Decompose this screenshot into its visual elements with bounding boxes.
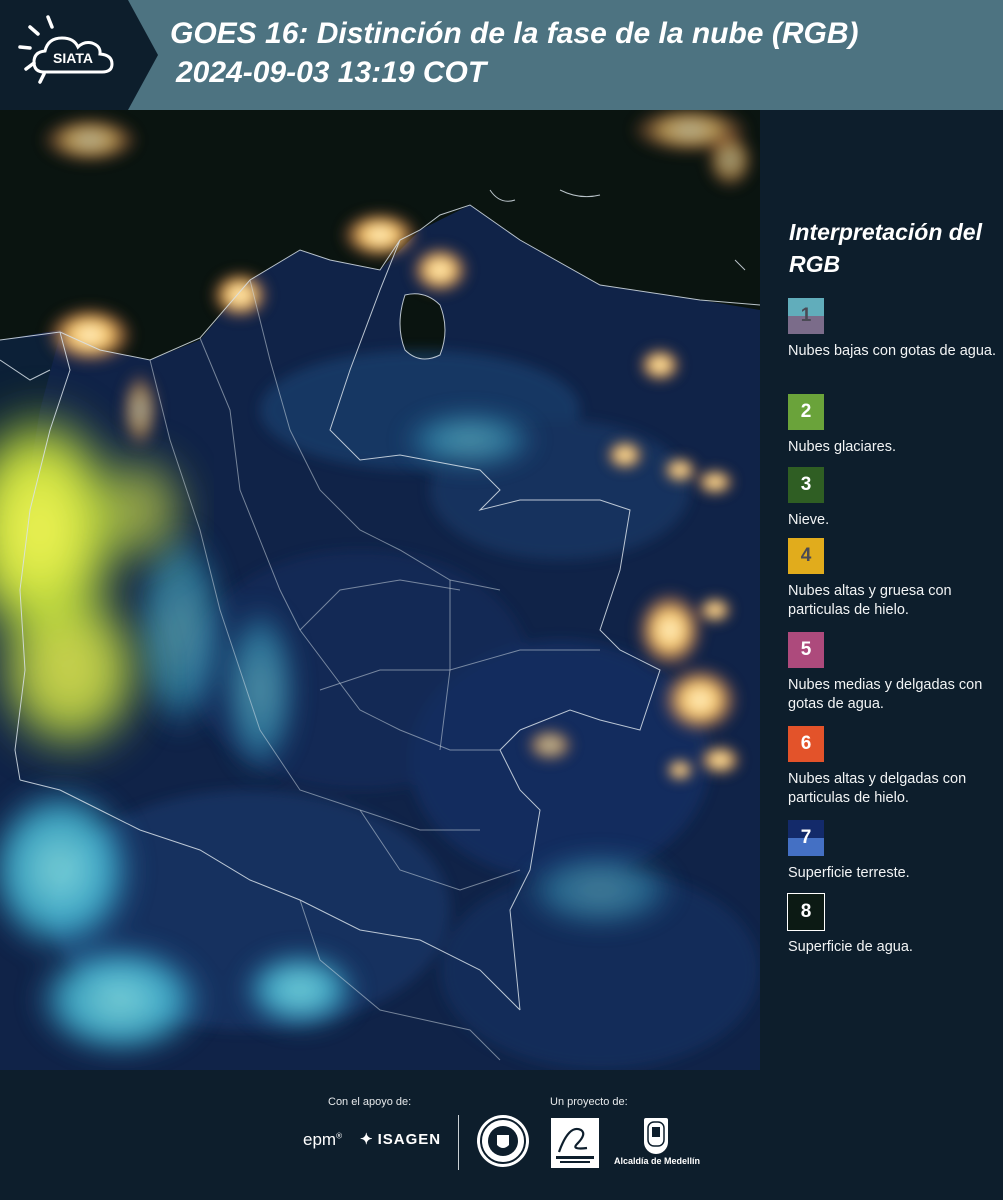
legend-label: Nubes altas y delgadas con particulas de…: [788, 771, 967, 806]
isagen-wordmark: ISAGEN: [377, 1130, 442, 1148]
legend-swatch-6: 6: [788, 726, 824, 762]
legend-number: 5: [800, 639, 812, 660]
isagen-logo: ✦ ISAGEN: [360, 1130, 442, 1149]
medellin-shield-icon: [644, 1118, 668, 1154]
legend-title: Interpretación del RGB: [789, 219, 982, 277]
legend-item-6: 6 Nubes altas y delgadas con particulas …: [788, 726, 1003, 808]
legend-number: 1: [800, 305, 812, 326]
legend-swatch-7: 7: [788, 820, 824, 856]
epm-wordmark: epm: [303, 1130, 337, 1149]
legend-number: 7: [800, 827, 812, 848]
legend-label: Nieve.: [788, 512, 830, 528]
siata-logo: SIATA: [0, 0, 158, 110]
registered-mark-icon: ®: [336, 1131, 342, 1141]
legend-label: Nubes bajas con gotas de agua.: [788, 343, 996, 359]
satellite-map: [0, 110, 760, 1070]
legend-swatch-8: 8: [787, 893, 825, 931]
legend-number: 4: [800, 545, 812, 566]
area-metropolitana-logo: [551, 1118, 599, 1168]
legend-number: 3: [800, 474, 812, 495]
epm-logo: epm®: [303, 1130, 342, 1150]
legend-item-2: 2 Nubes glaciares.: [788, 394, 1003, 457]
timestamp: 2024-09-03 13:19 COT: [176, 56, 487, 89]
footer: Con el apoyo de: Un proyecto de: epm® ✦ …: [0, 1070, 1003, 1200]
legend-panel: Interpretación del RGB 1 Nubes bajas con…: [760, 110, 1003, 1070]
support-label: Con el apoyo de:: [328, 1096, 412, 1108]
legend-label: Nubes medias y delgadas con gotas de agu…: [788, 677, 983, 712]
page-title: GOES 16: Distinción de la fase de la nub…: [170, 17, 859, 50]
legend-label: Superficie terreste.: [788, 865, 910, 881]
project-label: Un proyecto de:: [550, 1096, 628, 1108]
legend-swatch-3: 3: [788, 467, 824, 503]
legend-item-7: 7 Superficie terreste.: [788, 820, 1003, 883]
legend-label: Superficie de agua.: [788, 939, 913, 955]
isagen-symbol-icon: ✦: [360, 1131, 374, 1148]
footer-divider: [458, 1115, 459, 1170]
legend-number: 2: [800, 401, 812, 422]
legend-swatch-4: 4: [788, 538, 824, 574]
alcaldia-medellin-logo: Alcaldía de Medellín: [612, 1118, 702, 1168]
legend-item-4: 4 Nubes altas y gruesa con particulas de…: [788, 538, 1003, 620]
legend-item-5: 5 Nubes medias y delgadas con gotas de a…: [788, 632, 1003, 714]
header: SIATA GOES 16: Distinción de la fase de …: [0, 0, 1003, 110]
legend-swatch-5: 5: [788, 632, 824, 668]
legend-number: 8: [800, 901, 812, 922]
legend-number: 6: [800, 733, 812, 754]
legend-label: Nubes altas y gruesa con particulas de h…: [788, 583, 952, 618]
medellin-wordmark: Alcaldía de Medellín: [613, 1156, 701, 1166]
legend-label: Nubes glaciares.: [788, 439, 896, 455]
siata-wordmark: SIATA: [53, 50, 93, 66]
legend-item-8: 8 Superficie de agua.: [787, 893, 1003, 957]
legend-item-1: 1 Nubes bajas con gotas de agua.: [788, 298, 1003, 361]
legend-swatch-1: 1: [788, 298, 824, 334]
medellin-seal-logo: [477, 1115, 529, 1167]
legend-item-3: 3 Nieve.: [788, 467, 1003, 530]
legend-swatch-2: 2: [788, 394, 824, 430]
